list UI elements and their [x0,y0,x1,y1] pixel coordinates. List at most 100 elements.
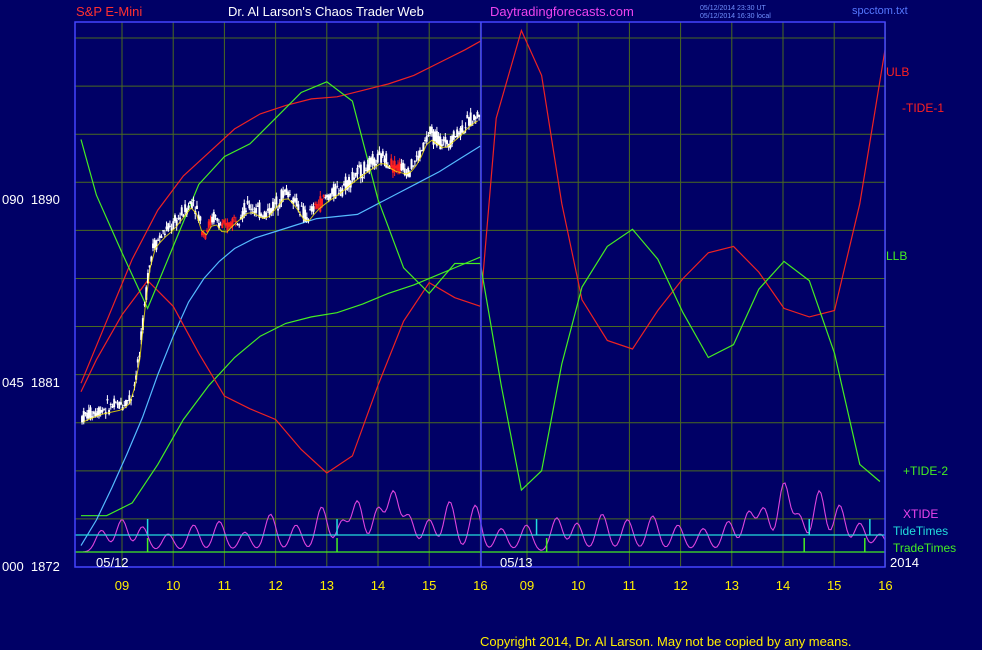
legend-tide2: +TIDE-2 [903,464,948,478]
y-tick-label: 045 1881 [2,375,60,390]
price-bar-body [234,220,237,222]
price-bar-body [162,230,165,232]
price-bar-body [474,116,477,119]
legend-ulb: ULB [886,65,909,79]
price-bar-body [172,221,175,229]
x-tick-label: 16 [473,578,487,593]
x-tick-label: 09 [520,578,534,593]
price-bar-body [412,165,415,167]
date-label-day1: 05/12 [96,555,129,570]
legend-tide1: -TIDE-1 [902,101,944,115]
price-bar-body [356,167,359,175]
price-bar-body [251,208,254,210]
series-line--tide-1 [80,279,481,474]
copyright: Copyright 2014, Dr. Al Larson. May not b… [480,634,851,649]
price-bar-body [265,212,268,218]
x-tick-label: 13 [725,578,739,593]
x-tick-label: 12 [268,578,282,593]
price-bar-body [163,233,166,235]
price-bar-body [233,216,236,218]
x-tick-label: 16 [878,578,892,593]
price-bar-body [101,409,104,413]
price-bar-body [114,402,117,404]
price-bar-body [320,198,323,206]
site-url[interactable]: Daytradingforecasts.com [490,4,634,19]
price-bar-body [425,136,428,142]
x-tick-label: 15 [827,578,841,593]
price-bar-body [282,191,285,198]
price-bar-body [216,218,219,221]
filename: spcctom.txt [852,5,908,17]
time-local: 05/12/2014 16:30 local [700,13,771,20]
price-bar-body [221,223,224,228]
x-tick-label: 13 [320,578,334,593]
price-bar-body [353,177,356,180]
price-bar-body [255,208,258,213]
price-bar-body [89,407,92,418]
price-bar-body [413,161,416,163]
price-bar-body [167,223,170,231]
price-bar-body [160,236,163,238]
legend-tradetimes: TradeTimes [893,541,956,555]
price-bar-body [192,200,195,202]
price-bar-body [312,206,315,212]
legend-tidetimes: TideTimes [893,524,948,538]
price-bar-body [231,218,234,226]
x-tick-label: 09 [115,578,129,593]
symbol-title: S&P E-Mini [76,4,142,19]
price-bar-body [361,177,364,179]
date-label-day2: 05/13 [500,555,533,570]
price-bar-body [109,403,112,405]
price-bar-body [452,131,455,140]
x-tick-label: 11 [623,578,637,593]
price-bar-body [277,208,280,211]
price-bar-body [136,359,139,363]
price-bar-body [187,205,190,209]
year-label: 2014 [890,555,919,570]
price-bar-body [260,213,263,217]
chart-grid [75,22,886,568]
x-tick-label: 14 [371,578,385,593]
price-bar-body [222,220,225,223]
price-bar-body [464,127,467,129]
legend-xtide: XTIDE [903,507,938,521]
axis-labels: 09 10 11 12 13 14 15 16 09 10 11 12 13 14 15 16 [115,578,893,593]
price-bar-body [180,207,183,216]
y-tick-label: 000 1872 [2,559,60,574]
x-tick-label: 10 [571,578,585,593]
price-bar-body [461,125,464,133]
price-bar-body [427,135,430,137]
price-bar-body [106,399,109,401]
price-bar-body [322,194,325,197]
x-tick-label: 12 [673,578,687,593]
legend-llb: LLB [886,249,907,263]
price-bar-body [440,144,443,146]
x-tick-label: 15 [422,578,436,593]
price-bar-body [195,205,198,210]
chart-lines [80,28,886,546]
price-bar-body [375,163,378,166]
price-bar-body [324,197,327,199]
price-bar-body [243,203,246,215]
x-tick-label: 11 [218,578,232,593]
price-bar-body [212,212,215,223]
price-bar-body [244,210,247,213]
price-bar-body [446,140,449,145]
price-bar-body [376,153,379,163]
price-bar-body [246,200,249,204]
x-tick-label: 14 [776,578,790,593]
price-bar-body [305,217,308,220]
price-bar-body [157,239,160,241]
price-bar-body [381,151,384,157]
site-title: Dr. Al Larson's Chaos Trader Web [228,4,424,19]
x-tick-label: 10 [166,578,180,593]
price-bar-body [469,112,472,127]
price-bar-body [199,216,202,221]
price-bar-body [214,215,217,217]
series-line-short-ma [83,120,479,423]
time-ut: 05/12/2014 23:30 UT [700,5,766,12]
price-bar-body [248,204,251,209]
price-bar-body [238,224,241,226]
chart: 09 10 11 12 13 14 15 16 09 10 11 12 13 14 15 16 S&P E-M… [2,4,956,649]
price-bar-body [179,217,182,220]
